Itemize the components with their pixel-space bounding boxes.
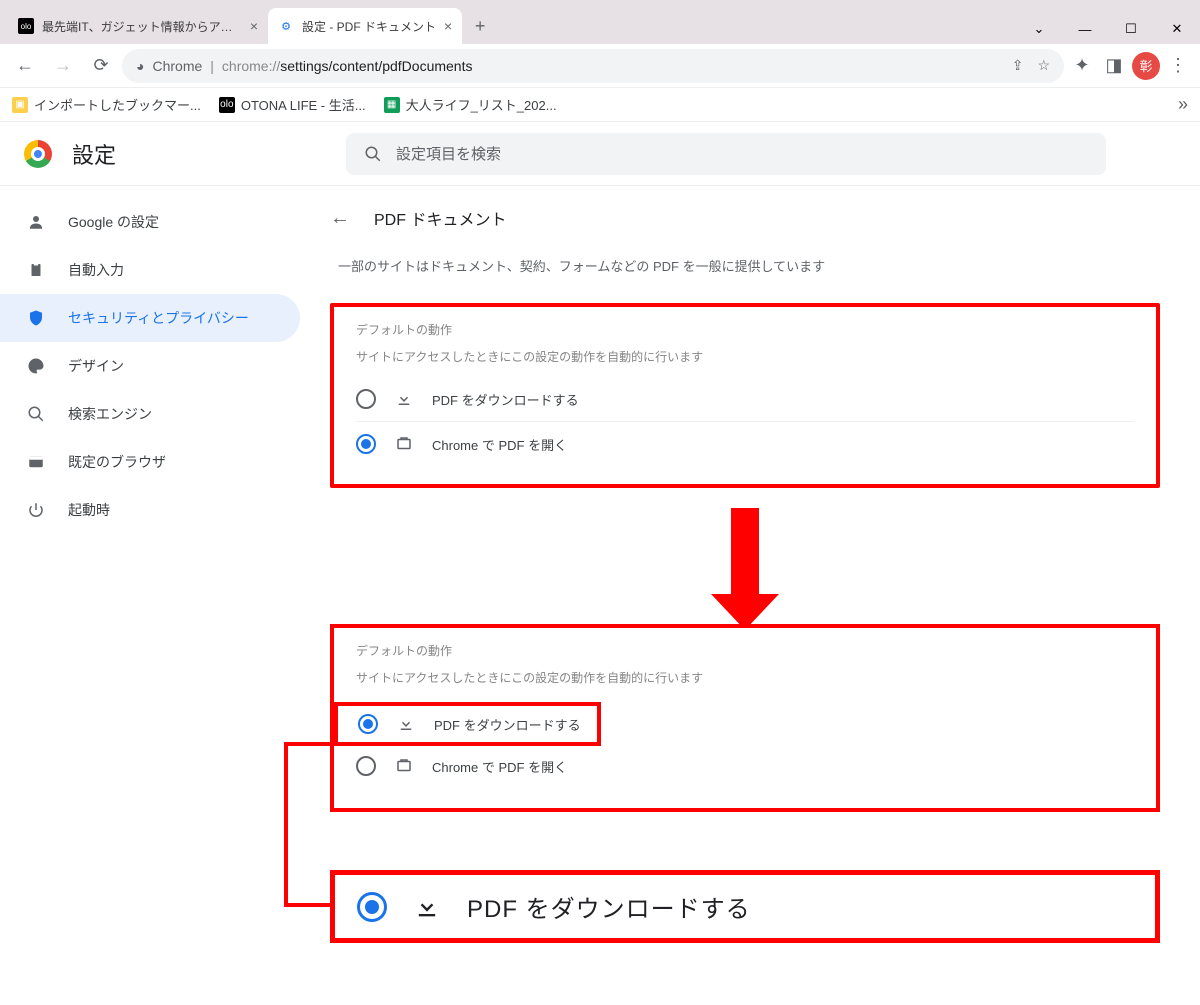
- close-icon[interactable]: ×: [250, 18, 258, 34]
- open-in-chrome-icon: [394, 757, 414, 775]
- forward-button[interactable]: →: [46, 49, 80, 83]
- caret-down-icon[interactable]: ⌄: [1016, 14, 1062, 44]
- page-title: PDF ドキュメント: [374, 206, 506, 230]
- close-window-button[interactable]: ✕: [1154, 14, 1200, 44]
- card-title: デフォルトの動作: [356, 321, 1134, 338]
- default-behavior-card-before: デフォルトの動作 サイトにアクセスしたときにこの設定の動作を自動的に行います P…: [330, 303, 1160, 488]
- highlighted-option: PDF をダウンロードする: [334, 702, 601, 746]
- chrome-scheme-icon: ◕: [136, 58, 144, 74]
- kebab-menu-icon[interactable]: ⋮: [1164, 52, 1192, 80]
- radio-option-open[interactable]: Chrome で PDF を開く: [356, 744, 1134, 788]
- sidebar-item-label: デザイン: [68, 356, 124, 376]
- sidebar-item-search-engine[interactable]: 検索エンジン: [0, 390, 300, 438]
- sidebar-item-security[interactable]: セキュリティとプライバシー: [0, 294, 300, 342]
- bookmark-item[interactable]: ▣ インポートしたブックマー...: [12, 95, 201, 114]
- radio-label: Chrome で PDF を開く: [432, 757, 567, 776]
- radio-label: Chrome で PDF を開く: [432, 435, 567, 454]
- search-icon: [364, 145, 382, 163]
- sidebar-item-label: 既定のブラウザ: [68, 452, 166, 472]
- open-in-chrome-icon: [394, 435, 414, 453]
- folder-icon: ▣: [12, 97, 28, 113]
- sidebar-item-default-browser[interactable]: 既定のブラウザ: [0, 438, 300, 486]
- settings-favicon: ⚙: [278, 18, 294, 34]
- settings-search-input[interactable]: 設定項目を検索: [346, 133, 1106, 175]
- radio-checked-icon: [358, 714, 378, 734]
- side-panel-icon[interactable]: ◨: [1100, 52, 1128, 80]
- bookmarks-overflow-icon[interactable]: »: [1178, 94, 1188, 115]
- download-icon: [413, 893, 441, 921]
- site-favicon: olo: [18, 18, 34, 34]
- card-description: サイトにアクセスしたときにこの設定の動作を自動的に行います: [356, 348, 1134, 365]
- browser-icon: [26, 453, 46, 471]
- settings-app-title: 設定: [72, 138, 116, 170]
- card-title: デフォルトの動作: [356, 642, 1134, 659]
- bookmark-label: 大人ライフ_リスト_202...: [406, 95, 557, 114]
- annotation-connector: [330, 840, 1160, 876]
- browser-tab-active[interactable]: ⚙ 設定 - PDF ドキュメント ×: [268, 8, 462, 44]
- close-icon[interactable]: ×: [444, 18, 452, 34]
- shield-icon: [26, 309, 46, 327]
- radio-checked-icon: [357, 892, 387, 922]
- sheets-icon: ▦: [384, 97, 400, 113]
- tab-title: 最先端IT、ガジェット情報からアナログ: [42, 18, 242, 35]
- sidebar-item-label: Google の設定: [68, 212, 159, 232]
- maximize-button[interactable]: ☐: [1108, 14, 1154, 44]
- sidebar-item-label: セキュリティとプライバシー: [68, 308, 249, 328]
- chrome-logo-icon: [24, 140, 52, 168]
- clipboard-icon: [26, 261, 46, 279]
- radio-option-open[interactable]: Chrome で PDF を開く: [356, 421, 1134, 466]
- callout-label: PDF をダウンロードする: [467, 889, 751, 924]
- extensions-icon[interactable]: ✦: [1068, 52, 1096, 80]
- new-tab-button[interactable]: +: [466, 12, 494, 40]
- share-icon[interactable]: ⇪: [1012, 57, 1024, 74]
- scheme-label: Chrome: [152, 58, 202, 74]
- card-description: サイトにアクセスしたときにこの設定の動作を自動的に行います: [356, 669, 1134, 686]
- default-behavior-card-after: デフォルトの動作 サイトにアクセスしたときにこの設定の動作を自動的に行います P…: [330, 624, 1160, 812]
- back-button[interactable]: ←: [8, 49, 42, 83]
- annotation-arrow: [330, 498, 1160, 616]
- radio-label: PDF をダウンロードする: [434, 715, 581, 734]
- radio-label: PDF をダウンロードする: [432, 390, 579, 409]
- back-arrow-icon[interactable]: ←: [330, 207, 350, 230]
- power-icon: [26, 501, 46, 519]
- search-placeholder: 設定項目を検索: [396, 143, 501, 164]
- bookmark-item[interactable]: ▦ 大人ライフ_リスト_202...: [384, 95, 557, 114]
- sidebar-item-label: 検索エンジン: [68, 404, 152, 424]
- bookmark-label: OTONA LIFE - 生活...: [241, 95, 366, 114]
- download-icon: [396, 715, 416, 733]
- page-description: 一部のサイトはドキュメント、契約、フォームなどの PDF を一般に提供しています: [330, 256, 1160, 275]
- radio-unchecked-icon: [356, 756, 376, 776]
- sidebar-item-autofill[interactable]: 自動入力: [0, 246, 300, 294]
- bookmark-star-icon[interactable]: ☆: [1037, 57, 1050, 74]
- palette-icon: [26, 357, 46, 375]
- radio-checked-icon: [356, 434, 376, 454]
- site-icon: olo: [219, 97, 235, 113]
- radio-unchecked-icon: [356, 389, 376, 409]
- sidebar-item-startup[interactable]: 起動時: [0, 486, 300, 534]
- sidebar-item-google[interactable]: Google の設定: [0, 198, 300, 246]
- bookmark-label: インポートしたブックマー...: [34, 95, 201, 114]
- tab-title: 設定 - PDF ドキュメント: [302, 18, 436, 35]
- callout-box: PDF をダウンロードする: [330, 870, 1160, 943]
- search-icon: [26, 405, 46, 423]
- minimize-button[interactable]: —: [1062, 14, 1108, 44]
- settings-sidebar: Google の設定 自動入力 セキュリティとプライバシー デザイン 検索エンジ…: [0, 186, 300, 943]
- radio-option-download[interactable]: PDF をダウンロードする: [356, 377, 1134, 421]
- download-icon: [394, 390, 414, 408]
- bookmark-item[interactable]: olo OTONA LIFE - 生活...: [219, 95, 366, 114]
- sidebar-item-label: 起動時: [68, 500, 110, 520]
- sidebar-item-label: 自動入力: [68, 260, 124, 280]
- person-icon: [26, 213, 46, 231]
- profile-avatar[interactable]: 彰: [1132, 52, 1160, 80]
- reload-button[interactable]: ⟳: [84, 49, 118, 83]
- browser-tab[interactable]: olo 最先端IT、ガジェット情報からアナログ ×: [8, 8, 268, 44]
- radio-option-download[interactable]: PDF をダウンロードする: [338, 706, 597, 742]
- address-bar[interactable]: ◕ Chrome | chrome://settings/content/pdf…: [122, 49, 1064, 83]
- sidebar-item-design[interactable]: デザイン: [0, 342, 300, 390]
